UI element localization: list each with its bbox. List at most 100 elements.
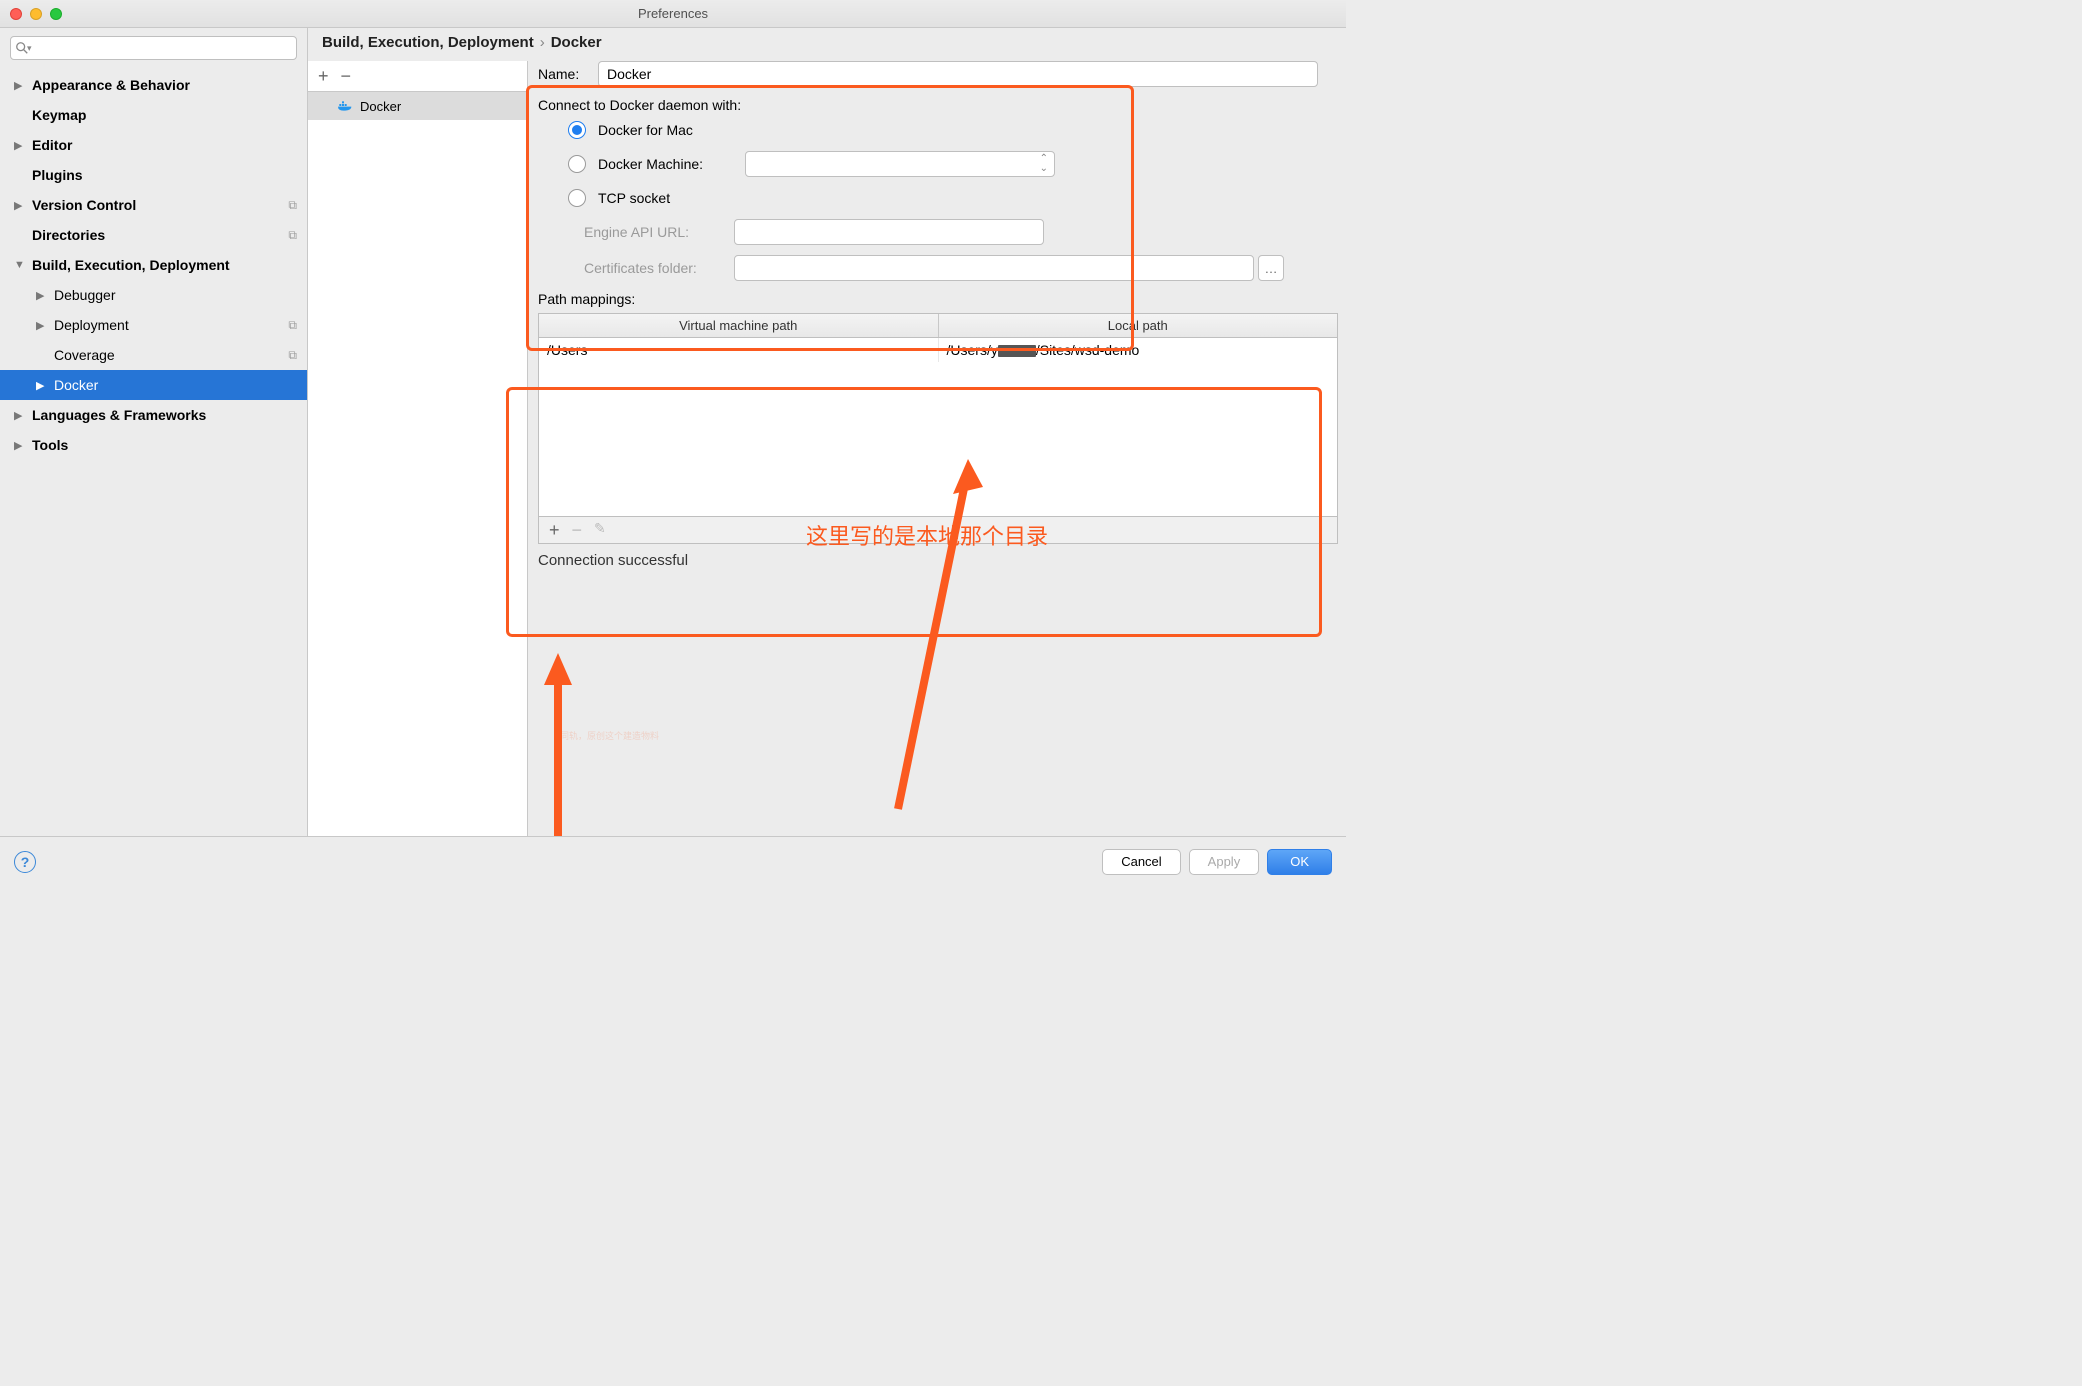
sidebar-item-keymap[interactable]: Keymap bbox=[0, 100, 307, 130]
cert-input[interactable] bbox=[734, 255, 1254, 281]
sidebar-item-plugins[interactable]: Plugins bbox=[0, 160, 307, 190]
engine-url-row: Engine API URL: bbox=[584, 219, 1338, 245]
search-row: ▾ bbox=[0, 28, 307, 68]
search-wrap[interactable]: ▾ bbox=[10, 36, 297, 60]
cancel-button[interactable]: Cancel bbox=[1102, 849, 1180, 875]
chevron-right-icon: ▶ bbox=[14, 79, 24, 92]
radio-docker-mac[interactable]: Docker for Mac bbox=[568, 121, 1338, 139]
search-input[interactable] bbox=[32, 41, 296, 56]
radio-label: Docker Machine: bbox=[598, 156, 703, 172]
sidebar-item-label: Directories bbox=[32, 227, 105, 243]
sidebar-item-appearance[interactable]: ▶ Appearance & Behavior bbox=[0, 70, 307, 100]
radio-docker-machine[interactable]: Docker Machine: ⌃⌄ bbox=[568, 151, 1338, 177]
config-list-panel: + − Docker bbox=[308, 61, 528, 836]
sidebar-item-label: Version Control bbox=[32, 197, 136, 213]
connect-label: Connect to Docker daemon with: bbox=[538, 97, 1338, 113]
sidebar-item-version-control[interactable]: ▶ Version Control ⧉ bbox=[0, 190, 307, 220]
name-label: Name: bbox=[538, 66, 598, 82]
titlebar: Preferences bbox=[0, 0, 1346, 28]
chevron-right-icon: ▶ bbox=[14, 139, 24, 152]
redacted-icon bbox=[998, 345, 1036, 357]
radio-group: Docker for Mac Docker Machine: ⌃⌄ TCP so… bbox=[568, 121, 1338, 207]
form-area: Name: Connect to Docker daemon with: Doc… bbox=[536, 61, 1338, 569]
path-mappings-table: Virtual machine path Local path /Users /… bbox=[538, 313, 1338, 517]
chevron-right-icon: ▶ bbox=[36, 319, 46, 332]
chevron-down-icon: ▼ bbox=[14, 259, 24, 271]
path-toolbar: + − ✎ bbox=[538, 517, 1338, 544]
radio-label: Docker for Mac bbox=[598, 122, 693, 138]
name-row: Name: bbox=[538, 61, 1338, 87]
connection-status: Connection successful bbox=[538, 552, 1338, 569]
engine-url-label: Engine API URL: bbox=[584, 224, 734, 240]
traffic-lights bbox=[10, 8, 62, 20]
sidebar-item-coverage[interactable]: Coverage⧉ bbox=[0, 340, 307, 370]
engine-url-input[interactable] bbox=[734, 219, 1044, 245]
table-row[interactable]: /Users /Users/y/Sites/wsd-demo bbox=[539, 338, 1337, 362]
breadcrumb-current: Docker bbox=[551, 34, 602, 51]
remove-button[interactable]: − bbox=[341, 67, 352, 85]
sidebar-item-label: Keymap bbox=[32, 107, 86, 123]
config-item-docker[interactable]: Docker bbox=[308, 92, 527, 120]
name-input[interactable] bbox=[598, 61, 1318, 87]
sidebar-item-docker[interactable]: ▶Docker bbox=[0, 370, 307, 400]
sidebar-item-label: Deployment bbox=[54, 317, 129, 333]
radio-tcp[interactable]: TCP socket bbox=[568, 189, 1338, 207]
sidebar-item-directories[interactable]: Directories ⧉ bbox=[0, 220, 307, 250]
radio-label: TCP socket bbox=[598, 190, 670, 206]
cert-label: Certificates folder: bbox=[584, 260, 734, 276]
sidebar-item-label: Tools bbox=[32, 437, 68, 453]
sidebar-item-build[interactable]: ▼ Build, Execution, Deployment bbox=[0, 250, 307, 280]
minimize-icon[interactable] bbox=[30, 8, 42, 20]
sidebar-item-label: Editor bbox=[32, 137, 72, 153]
table-body[interactable]: /Users /Users/y/Sites/wsd-demo bbox=[539, 338, 1337, 516]
main-content: ▾ ▶ Appearance & Behavior Keymap ▶ Editor … bbox=[0, 28, 1346, 836]
radio-icon bbox=[568, 189, 586, 207]
docker-icon bbox=[338, 100, 354, 112]
breadcrumb-separator: › bbox=[540, 34, 545, 51]
settings-tree: ▶ Appearance & Behavior Keymap ▶ Editor Pl… bbox=[0, 68, 307, 836]
cert-row: Certificates folder: … bbox=[584, 255, 1338, 281]
sidebar-item-languages[interactable]: ▶ Languages & Frameworks bbox=[0, 400, 307, 430]
sidebar-item-label: Languages & Frameworks bbox=[32, 407, 206, 423]
sidebar-item-label: Debugger bbox=[54, 287, 116, 303]
project-scope-icon: ⧉ bbox=[288, 228, 297, 243]
sidebar-item-label: Plugins bbox=[32, 167, 83, 183]
annotation-arrow-icon bbox=[538, 653, 578, 863]
select-arrows-icon: ⌃⌄ bbox=[1040, 154, 1048, 174]
sidebar-item-deployment[interactable]: ▶Deployment⧉ bbox=[0, 310, 307, 340]
breadcrumb-parent[interactable]: Build, Execution, Deployment bbox=[322, 34, 534, 51]
browse-button[interactable]: … bbox=[1258, 255, 1284, 281]
cell-local: /Users/y/Sites/wsd-demo bbox=[939, 338, 1338, 362]
chevron-right-icon: ▶ bbox=[36, 289, 46, 302]
remove-path-button[interactable]: − bbox=[572, 521, 583, 539]
header-local: Local path bbox=[939, 314, 1338, 337]
machine-select[interactable]: ⌃⌄ bbox=[745, 151, 1055, 177]
breadcrumb: Build, Execution, Deployment › Docker bbox=[308, 28, 1346, 61]
chevron-right-icon: ▶ bbox=[14, 439, 24, 452]
cell-vm: /Users bbox=[539, 338, 939, 362]
header-vm: Virtual machine path bbox=[539, 314, 939, 337]
radio-icon bbox=[568, 155, 586, 173]
apply-button[interactable]: Apply bbox=[1189, 849, 1260, 875]
maximize-icon[interactable] bbox=[50, 8, 62, 20]
sidebar-item-editor[interactable]: ▶ Editor bbox=[0, 130, 307, 160]
add-path-button[interactable]: + bbox=[549, 521, 560, 539]
sidebar-item-label: Coverage bbox=[54, 347, 115, 363]
config-toolbar: + − bbox=[308, 61, 527, 92]
add-button[interactable]: + bbox=[318, 67, 329, 85]
sidebar: ▾ ▶ Appearance & Behavior Keymap ▶ Editor … bbox=[0, 28, 308, 836]
table-header: Virtual machine path Local path bbox=[539, 314, 1337, 338]
help-button[interactable]: ? bbox=[14, 851, 36, 873]
project-scope-icon: ⧉ bbox=[288, 198, 297, 213]
config-list: Docker bbox=[308, 92, 527, 836]
chevron-right-icon: ▶ bbox=[14, 409, 24, 422]
sidebar-item-label: Appearance & Behavior bbox=[32, 77, 190, 93]
watermark: 同轨，原创这个建造物料 bbox=[560, 729, 659, 742]
chevron-right-icon: ▶ bbox=[14, 199, 24, 212]
edit-path-button[interactable]: ✎ bbox=[594, 521, 606, 539]
ok-button[interactable]: OK bbox=[1267, 849, 1332, 875]
sidebar-item-debugger[interactable]: ▶ Debugger bbox=[0, 280, 307, 310]
sidebar-item-tools[interactable]: ▶ Tools bbox=[0, 430, 307, 460]
sidebar-item-label: Build, Execution, Deployment bbox=[32, 257, 230, 273]
close-icon[interactable] bbox=[10, 8, 22, 20]
